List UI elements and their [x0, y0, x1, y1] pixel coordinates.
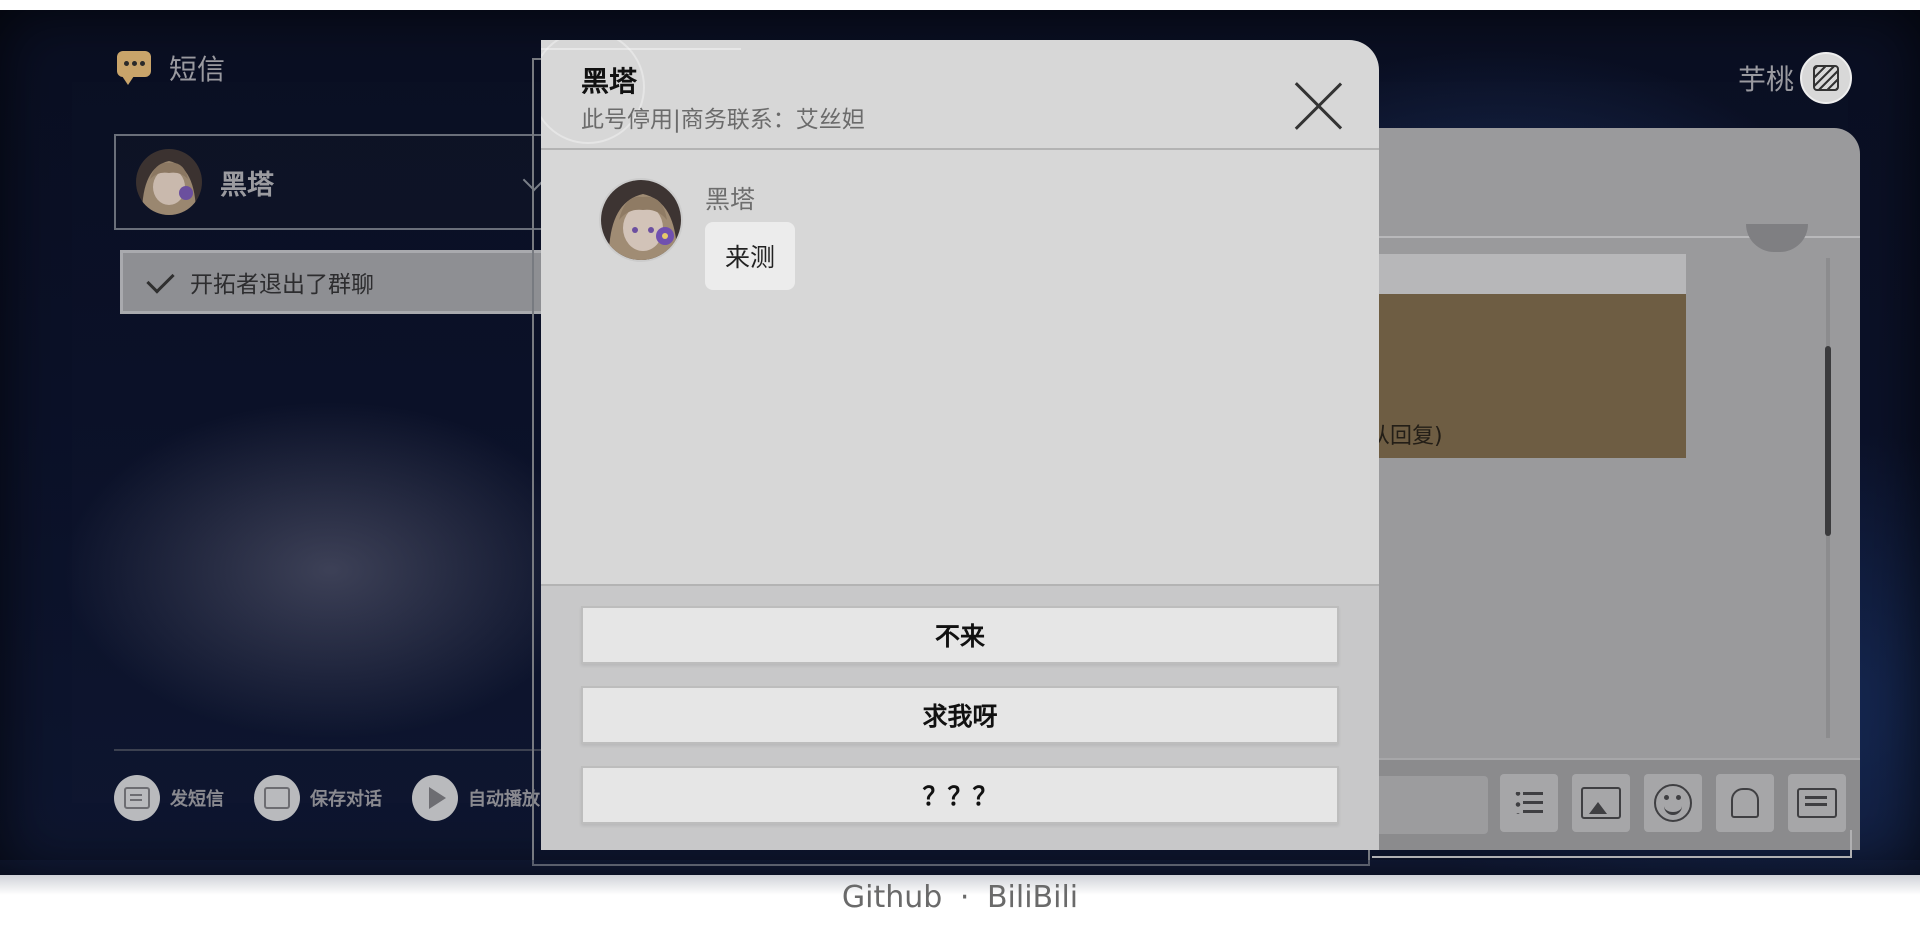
chat-panel-avatar: [1746, 224, 1808, 252]
reply-option-button[interactable]: 不来: [581, 606, 1339, 664]
reply-options: 不来 求我呀 ？？？: [541, 584, 1379, 850]
bottom-actions: 发短信 保存对话 自动播放: [114, 775, 540, 821]
contact-name: 黑塔: [220, 169, 274, 201]
contact-selector[interactable]: 黑塔: [114, 134, 546, 230]
app-header: 短信: [113, 48, 225, 88]
close-icon[interactable]: [1293, 80, 1345, 132]
chat-icon: [1797, 788, 1837, 818]
autoplay-button[interactable]: 自动播放: [412, 775, 540, 821]
image-icon: [254, 775, 300, 821]
user-info[interactable]: 芋桃: [1738, 52, 1852, 104]
message-icon: [114, 775, 160, 821]
user-name: 芋桃: [1737, 63, 1794, 96]
sms-icon: [113, 49, 155, 87]
footer-links: Github · BiliBili: [0, 880, 1920, 915]
notice-item[interactable]: 开拓者退出了群聊: [120, 250, 550, 314]
bilibili-link[interactable]: BiliBili: [987, 880, 1078, 915]
reply-option-button[interactable]: 求我呀: [581, 686, 1339, 744]
bell-icon: [1731, 788, 1759, 818]
message-bubble: 来测: [705, 222, 796, 290]
dialog-header: 黑塔 此号停用|商务联系：艾丝妲: [541, 40, 1379, 150]
contact-avatar: [136, 149, 202, 215]
panel-frame-outline: [1372, 830, 1852, 858]
save-dialog-button[interactable]: 保存对话: [254, 775, 382, 821]
user-avatar[interactable]: [1800, 52, 1852, 104]
reply-option-button[interactable]: ？？？: [581, 766, 1339, 824]
send-sms-label: 发短信: [170, 789, 224, 810]
message-area: 黑塔 来测: [541, 150, 1379, 584]
image-icon: [1581, 787, 1621, 819]
github-link[interactable]: Github: [842, 880, 942, 915]
chat-highlight-text: 从回复): [1368, 424, 1443, 449]
check-icon: [146, 264, 175, 294]
app-title: 短信: [169, 53, 226, 86]
play-icon: [412, 775, 458, 821]
save-dialog-label: 保存对话: [310, 789, 382, 810]
divider: [114, 749, 544, 751]
emoji-icon: [1654, 784, 1692, 822]
dialog-title: 黑塔: [581, 65, 638, 98]
dialog-subtitle: 此号停用|商务联系：艾丝妲: [581, 107, 865, 133]
chat-button[interactable]: [1788, 774, 1846, 832]
scrollbar-thumb[interactable]: [1825, 346, 1831, 536]
list-icon: [1515, 792, 1543, 814]
emoji-button[interactable]: [1644, 774, 1702, 832]
autoplay-label: 自动播放: [468, 789, 540, 810]
message-dialog: 黑塔 此号停用|商务联系：艾丝妲 黑塔 来测 不来 求我呀 ？？？: [541, 40, 1379, 850]
notice-text: 开拓者退出了群聊: [190, 272, 374, 298]
footer-separator: ·: [959, 880, 970, 915]
message-sender: 黑塔: [705, 185, 756, 214]
image-button[interactable]: [1572, 774, 1630, 832]
sender-avatar: [599, 178, 683, 262]
list-button[interactable]: [1500, 774, 1558, 832]
bell-button[interactable]: [1716, 774, 1774, 832]
send-sms-button[interactable]: 发短信: [114, 775, 224, 821]
